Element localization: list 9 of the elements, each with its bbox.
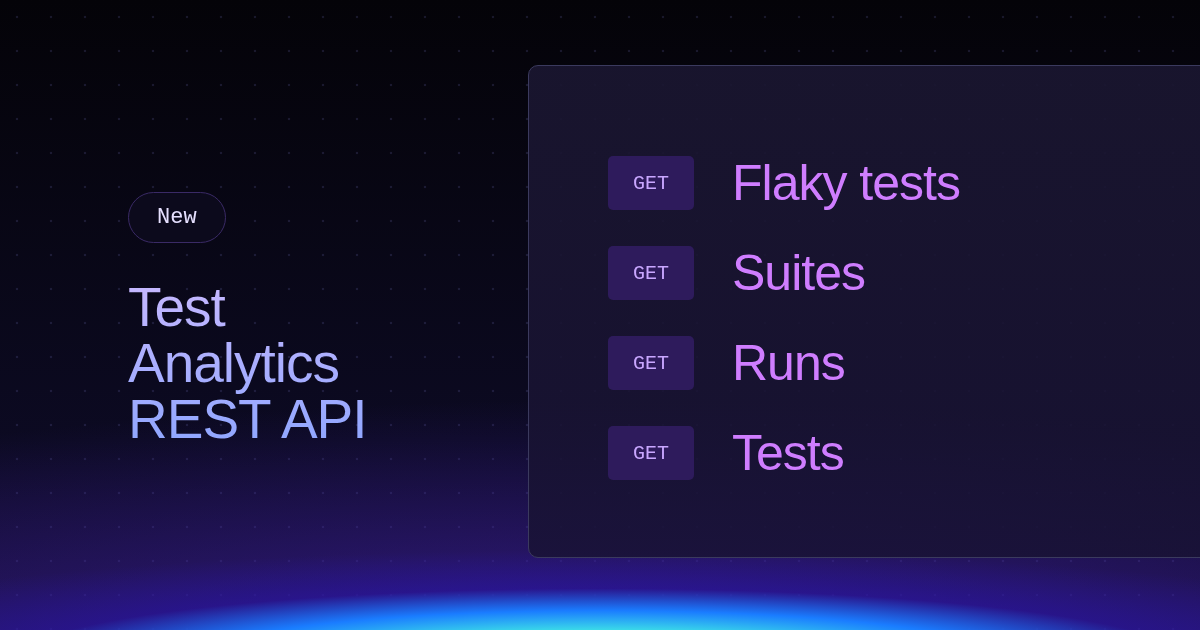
new-badge: New (128, 192, 226, 243)
endpoint-name: Flaky tests (732, 156, 960, 210)
endpoint-name: Suites (732, 246, 865, 300)
method-tag: GET (608, 426, 694, 480)
method-tag: GET (608, 156, 694, 210)
method-tag: GET (608, 336, 694, 390)
endpoint-name: Tests (732, 426, 844, 480)
endpoint-name: Runs (732, 336, 845, 390)
method-tag: GET (608, 246, 694, 300)
